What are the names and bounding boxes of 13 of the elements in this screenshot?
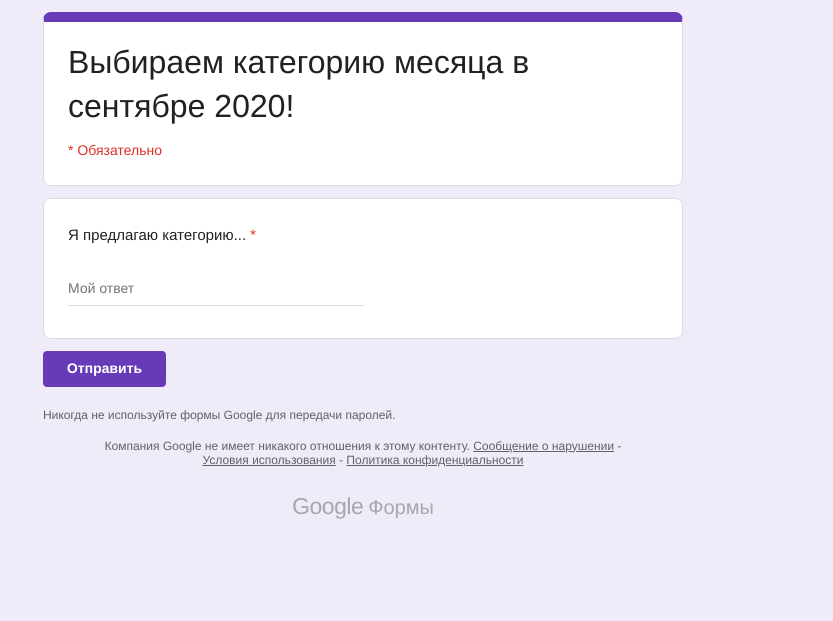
logo-product: Формы — [368, 496, 434, 520]
answer-field[interactable]: Мой ответ — [68, 278, 364, 306]
legal-link[interactable]: Сообщение о нарушении — [473, 438, 614, 452]
form-title: Выбираем категорию месяца в сентябре 2020! — [68, 43, 530, 126]
legal-notice: Компания Google не имеет никакого отношения к этому контенту. Сообщение о нарушении - Условия использования - Политика конфиденциальности — [104, 438, 622, 466]
legal-link[interactable]: Политика конфиденциальности — [346, 452, 524, 466]
legal-link[interactable]: Условия использования — [202, 452, 336, 466]
logo-wordmark: Google — [292, 492, 364, 521]
submit-button[interactable]: Отправить — [43, 350, 166, 386]
question-label: Я предлагаю категорию... — [68, 226, 246, 246]
password-warning: Никогда не используйте формы Google для передачи паролей. — [43, 406, 396, 424]
required-note: * Обязательно — [68, 141, 163, 160]
required-mark: * — [250, 226, 256, 246]
